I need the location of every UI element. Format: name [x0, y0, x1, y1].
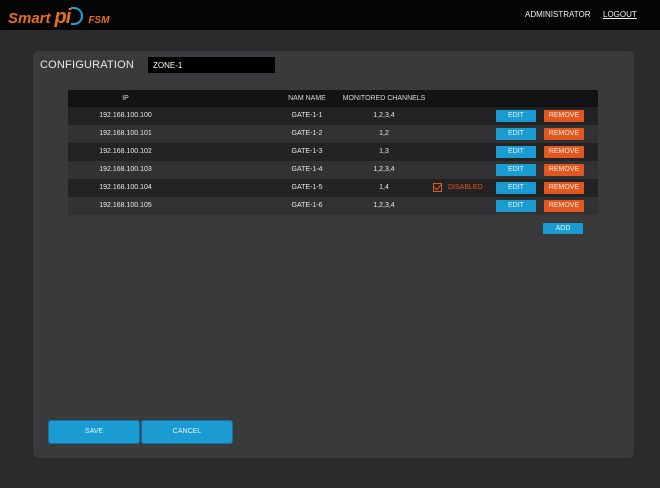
remove-button[interactable]: REMOVE: [544, 146, 584, 158]
column-header-monitored-channels: MONITORED CHANNELS: [342, 95, 426, 102]
top-bar: Smart pi FSM ADMINISTRATOR LOGOUT: [0, 0, 660, 30]
smart-pi-fsm-logo: Smart pi FSM: [8, 5, 110, 28]
table-row: 192.168.100.101 GATE-1-2 1,2 EDIT REMOVE: [68, 125, 598, 143]
remove-button[interactable]: REMOVE: [544, 110, 584, 122]
ip-cell: 192.168.100.100: [99, 112, 152, 119]
ip-cell: 192.168.100.101: [99, 130, 152, 137]
column-header-ip: IP: [122, 95, 129, 102]
channels-cell: 1,2,3,4: [373, 166, 395, 173]
ip-cell: 192.168.100.105: [99, 202, 152, 209]
cancel-button[interactable]: CANCEL: [142, 421, 232, 443]
edit-button[interactable]: EDIT: [496, 128, 536, 140]
user-name: ADMINISTRATOR: [525, 10, 591, 19]
gates-table: IP NAM NAME MONITORED CHANNELS 192.168.1…: [68, 90, 598, 215]
table-row: 192.168.100.104 GATE-1-5 1,4 DISABLED ED…: [68, 179, 598, 197]
remove-button[interactable]: REMOVE: [544, 128, 584, 140]
ip-cell: 192.168.100.104: [99, 184, 152, 191]
add-button[interactable]: ADD: [543, 223, 583, 234]
channels-cell: 1,4: [379, 184, 389, 191]
logo-fsm-text: FSM: [88, 15, 110, 26]
edit-button[interactable]: EDIT: [496, 146, 536, 158]
edit-button[interactable]: EDIT: [496, 110, 536, 122]
logo-smart-text: Smart: [8, 10, 51, 27]
remove-button[interactable]: REMOVE: [544, 200, 584, 212]
ip-cell: 192.168.100.103: [99, 166, 152, 173]
edit-button[interactable]: EDIT: [496, 182, 536, 194]
zone-name-input[interactable]: [148, 57, 275, 73]
channels-cell: 1,2,3,4: [373, 202, 395, 209]
table-row: 192.168.100.100 GATE-1-1 1,2,3,4 EDIT RE…: [68, 107, 598, 125]
logout-link[interactable]: LOGOUT: [603, 10, 637, 19]
channels-cell: 1,2,3,4: [373, 112, 395, 119]
ip-cell: 192.168.100.102: [99, 148, 152, 155]
table-row: 192.168.100.102 GATE-1-3 1,3 EDIT REMOVE: [68, 143, 598, 161]
channels-cell: 1,2: [379, 130, 389, 137]
edit-button[interactable]: EDIT: [496, 164, 536, 176]
table-row: 192.168.100.105 GATE-1-6 1,2,3,4 EDIT RE…: [68, 197, 598, 215]
channels-cell: 1,3: [379, 148, 389, 155]
disabled-label: DISABLED: [448, 184, 483, 191]
remove-button[interactable]: REMOVE: [544, 182, 584, 194]
logo-pi-text: pi: [54, 6, 72, 28]
logo-arc-icon: [71, 7, 84, 25]
table-row: 192.168.100.103 GATE-1-4 1,2,3,4 EDIT RE…: [68, 161, 598, 179]
save-button[interactable]: SAVE: [49, 421, 139, 443]
table-header: IP NAM NAME MONITORED CHANNELS: [68, 90, 598, 107]
disabled-checkbox[interactable]: [433, 183, 442, 192]
page-title: CONFIGURATION: [40, 59, 135, 71]
edit-button[interactable]: EDIT: [496, 200, 536, 212]
remove-button[interactable]: REMOVE: [544, 164, 584, 176]
